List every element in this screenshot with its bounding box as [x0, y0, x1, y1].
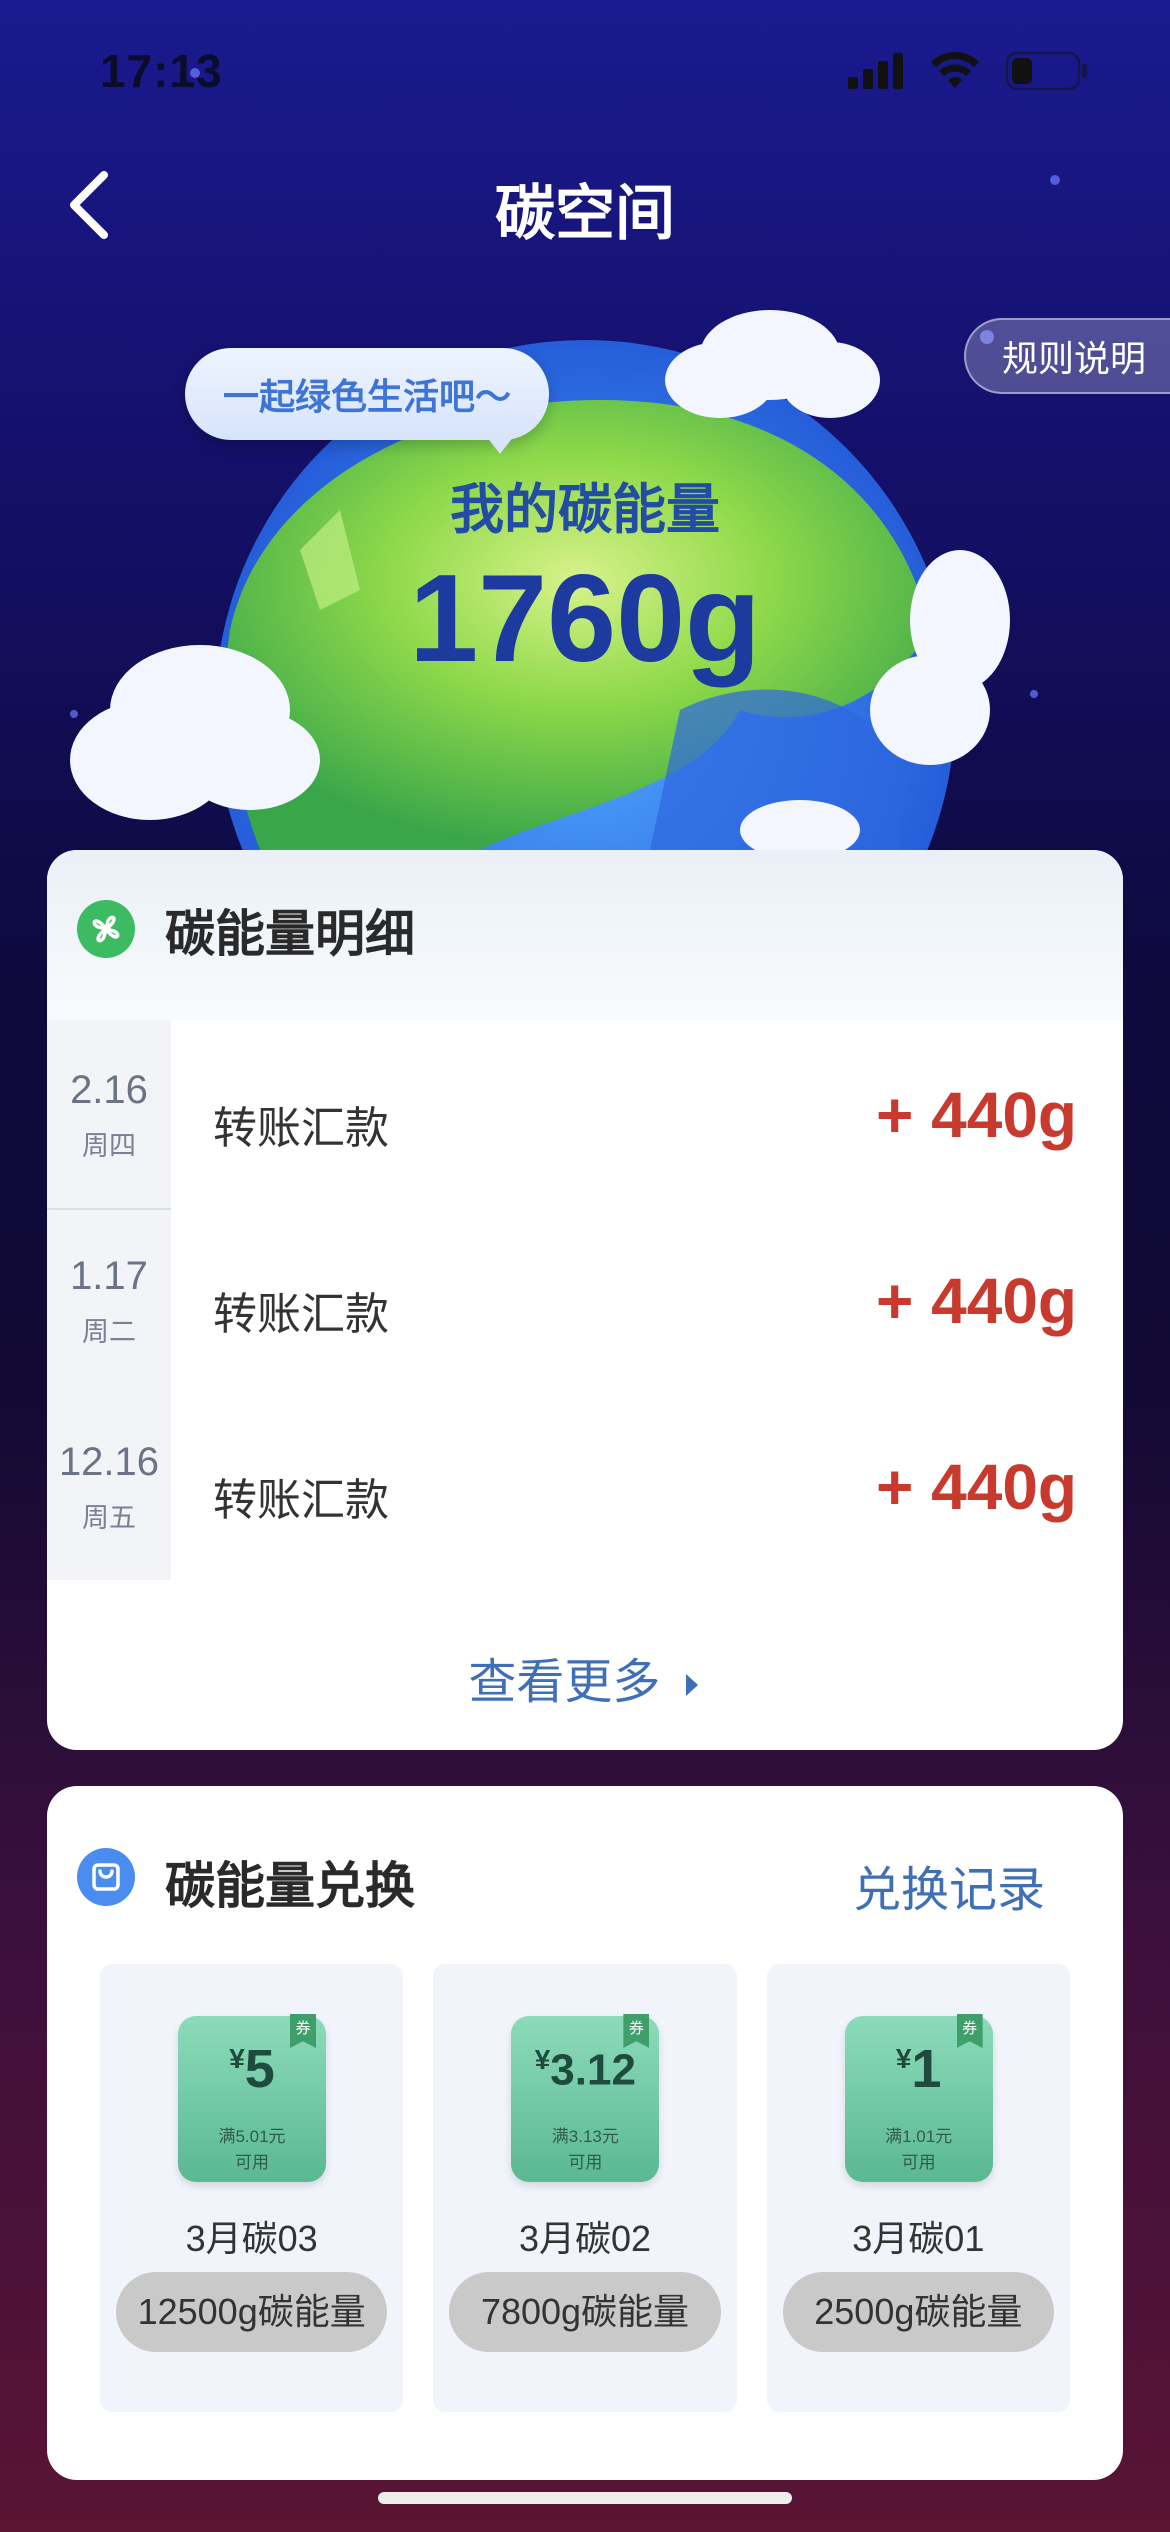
signal-icon [848, 53, 903, 89]
row-description: 转账汇款 [213, 1104, 389, 1153]
coupon-amount: 1 [911, 2039, 942, 2099]
coupon-condition: 满3.13元 可用 [511, 2124, 659, 2176]
coupon-value: ¥5 [178, 2038, 326, 2100]
coupon-value: ¥3.12 [511, 2044, 659, 2096]
coupon-list: 券 ¥5 满5.01元 可用 3月碳03 12500g碳能量 券 ¥3.12 满3… [100, 1964, 1070, 2412]
coupon-item[interactable]: 券 ¥3.12 满3.13元 可用 3月碳02 7800g碳能量 [433, 1964, 737, 2412]
currency-symbol: ¥ [229, 2043, 245, 2074]
coupon-item[interactable]: 券 ¥1 满1.01元 可用 3月碳01 2500g碳能量 [766, 1964, 1070, 2412]
row-amount: + 440g [875, 1079, 1077, 1151]
coupon-name: 3月碳03 [185, 2218, 318, 2259]
condition-min: 满3.13元 [551, 2127, 619, 2146]
details-title: 碳能量明细 [165, 906, 415, 962]
rules-button[interactable]: 规则说明 [963, 318, 1170, 394]
row-date: 2.16 [70, 1068, 148, 1112]
energy-label: 我的碳能量 [450, 480, 720, 540]
condition-min: 满1.01元 [885, 2127, 953, 2146]
row-amount: + 440g [875, 1265, 1077, 1337]
coupon-amount: 5 [244, 2039, 275, 2099]
coupon-ticket: 券 ¥3.12 满3.13元 可用 [511, 2014, 660, 2182]
row-description: 转账汇款 [213, 1290, 389, 1339]
status-time: 17:13 [100, 45, 223, 97]
view-more-label: 查看更多 [468, 1656, 661, 1709]
energy-value: 1760g [409, 550, 761, 688]
coupon-amount: 3.12 [550, 2045, 636, 2095]
detail-row[interactable]: 1.17 周二 转账汇款 + 440g [47, 1206, 1123, 1392]
row-description: 转账汇款 [213, 1476, 389, 1525]
coupon-flag: 券 [623, 2014, 650, 2048]
condition-min: 满5.01元 [218, 2127, 286, 2146]
coupon-item[interactable]: 券 ¥5 满5.01元 可用 3月碳03 12500g碳能量 [100, 1964, 404, 2412]
energy-details-card: 碳能量明细 2.16 周四 转账汇款 + 440g 1.17 周二 转账汇款 +… [47, 850, 1123, 1750]
row-date: 1.17 [70, 1254, 148, 1298]
detail-row[interactable]: 2.16 周四 转账汇款 + 440g [47, 1020, 1123, 1206]
condition-usable: 可用 [901, 2153, 936, 2172]
coupon-condition: 满1.01元 可用 [845, 2124, 993, 2176]
coupon-cost-button[interactable]: 7800g碳能量 [449, 2272, 721, 2352]
caret-right-icon [685, 1674, 698, 1697]
row-date: 12.16 [58, 1440, 160, 1484]
battery-icon [1006, 52, 1087, 90]
energy-exchange-card: 碳能量兑换 兑换记录 券 ¥5 满5.01元 可用 3月碳03 12500g碳能量… [47, 1786, 1123, 2480]
page-title: 碳空间 [495, 180, 675, 247]
home-indicator [378, 2492, 792, 2504]
row-weekday: 周五 [82, 1503, 136, 1533]
wifi-icon [931, 52, 979, 88]
coupon-name: 3月碳01 [852, 2218, 985, 2259]
coupon-ticket: 券 ¥1 满1.01元 可用 [844, 2014, 993, 2182]
view-more-link[interactable]: 查看更多 [47, 1642, 1123, 1712]
condition-usable: 可用 [235, 2153, 269, 2172]
status-icons [848, 52, 1088, 90]
coupon-name: 3月碳02 [518, 2218, 652, 2259]
coupon-cost-button[interactable]: 12500g碳能量 [116, 2272, 388, 2352]
exchange-record-link[interactable]: 兑换记录 [853, 1850, 1045, 1920]
row-weekday: 周二 [82, 1317, 136, 1347]
clover-icon [77, 900, 135, 958]
coupon-condition: 满5.01元 可用 [178, 2124, 326, 2176]
coupon-ticket: 券 ¥5 满5.01元 可用 [178, 2014, 326, 2182]
row-weekday: 周四 [82, 1131, 136, 1161]
row-amount: + 440g [875, 1451, 1077, 1523]
condition-usable: 可用 [568, 2153, 603, 2172]
speech-bubble: 一起绿色生活吧～ [185, 348, 550, 440]
exchange-title: 碳能量兑换 [165, 1858, 415, 1914]
speech-bubble-tail [486, 436, 514, 454]
currency-symbol: ¥ [534, 2044, 551, 2075]
coupon-cost-button[interactable]: 2500g碳能量 [782, 2272, 1054, 2352]
coupon-value: ¥1 [845, 2038, 993, 2100]
shopping-bag-icon [77, 1848, 135, 1906]
detail-row[interactable]: 12.16 周五 转账汇款 + 440g [47, 1392, 1123, 1578]
currency-symbol: ¥ [895, 2043, 912, 2074]
